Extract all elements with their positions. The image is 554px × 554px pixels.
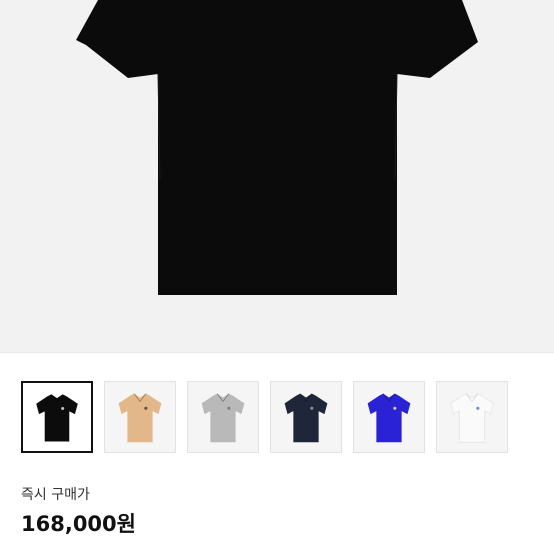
swatch-beige[interactable] <box>104 381 176 453</box>
shirt-body <box>76 0 478 295</box>
swatch-royal-blue[interactable] <box>353 381 425 453</box>
price-label: 즉시 구매가 <box>21 487 90 503</box>
price-value: 168,000원 <box>21 512 136 536</box>
divider <box>0 352 554 353</box>
polo-shirt-image <box>76 0 478 295</box>
swatch-grey[interactable] <box>187 381 259 453</box>
polo-shirt-icon <box>118 393 162 443</box>
swatch-black[interactable] <box>21 381 93 453</box>
fox-logo-icon <box>227 406 231 410</box>
swatch-white[interactable] <box>436 381 508 453</box>
polo-shirt-icon <box>450 393 494 443</box>
polo-shirt-icon <box>284 393 328 443</box>
product-image <box>0 0 554 352</box>
polo-shirt-icon <box>201 393 245 443</box>
fox-logo-icon <box>144 406 148 410</box>
fox-logo-icon <box>310 406 314 410</box>
polo-shirt-icon <box>367 393 411 443</box>
swatch-navy[interactable] <box>270 381 342 453</box>
fox-logo-icon <box>476 406 480 410</box>
polo-shirt-icon <box>36 394 78 442</box>
fox-logo-icon <box>393 406 397 410</box>
color-swatch-list <box>21 381 541 455</box>
fox-logo-icon <box>61 406 65 411</box>
